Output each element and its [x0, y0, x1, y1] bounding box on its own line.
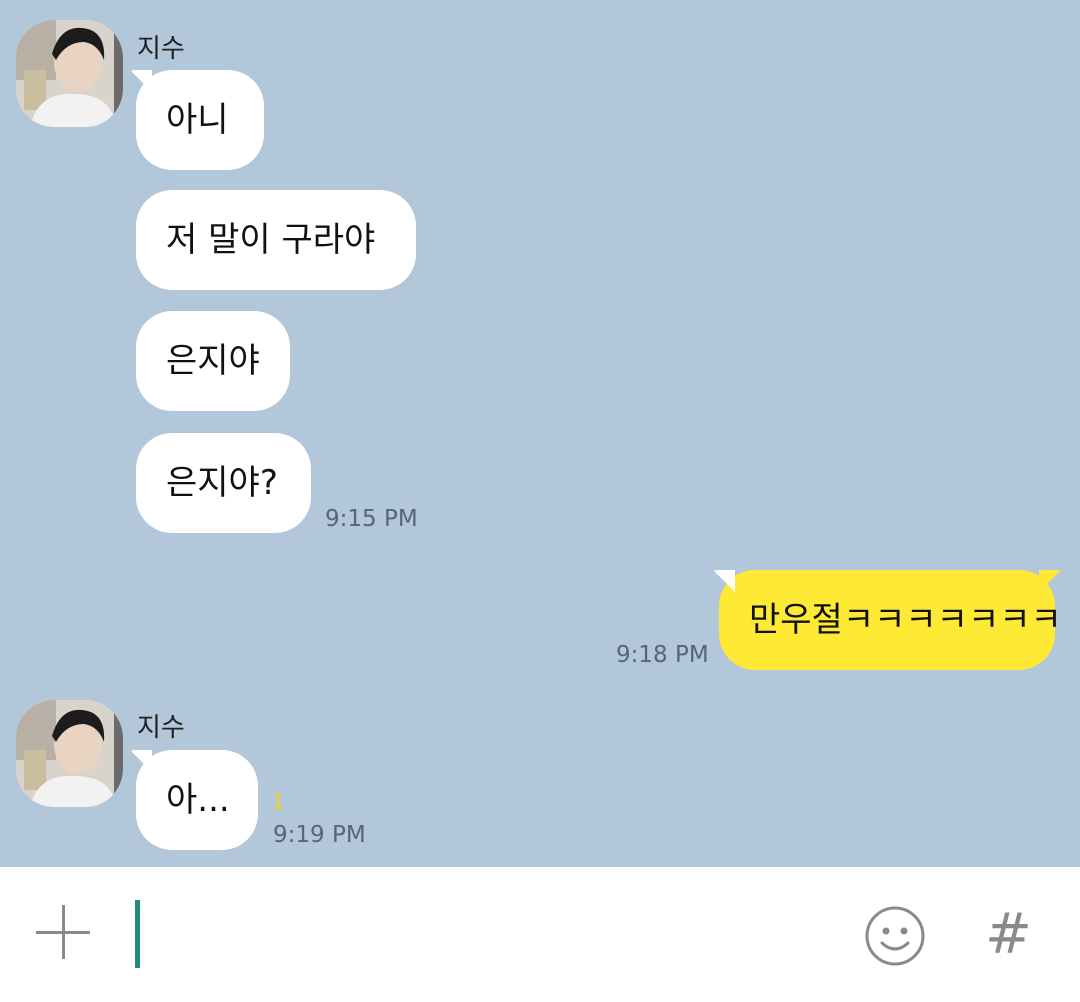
message-input[interactable]: [128, 897, 832, 971]
my-message-bubble[interactable]: 만우절ㅋㅋㅋㅋㅋㅋㅋ: [719, 570, 1062, 670]
emoji-icon[interactable]: [864, 905, 926, 967]
plus-icon[interactable]: [36, 905, 90, 959]
message-bubble[interactable]: 아...: [136, 750, 258, 850]
profile-photo-icon: [16, 700, 123, 807]
sender-name: 지수: [137, 34, 185, 64]
sender-avatar[interactable]: [16, 700, 123, 807]
chat-area[interactable]: 지수 아니 저 말이 구라야 은지야 은지야? 9:15 PM 9:18 PM …: [0, 0, 1080, 867]
text-cursor: [135, 900, 140, 968]
unread-count: 1: [272, 790, 285, 814]
sender-name: 지수: [137, 713, 185, 743]
message-timestamp: 9:15 PM: [325, 506, 418, 532]
message-bubble[interactable]: 아니: [136, 70, 264, 170]
message-timestamp: 9:19 PM: [273, 822, 366, 848]
message-timestamp: 9:18 PM: [616, 642, 709, 668]
sender-avatar[interactable]: [16, 20, 123, 127]
hash-icon[interactable]: #: [985, 903, 1032, 967]
message-bubble[interactable]: 저 말이 구라야: [136, 190, 416, 290]
message-bubble[interactable]: 은지야: [136, 311, 290, 411]
message-input-bar: #: [0, 867, 1080, 1002]
profile-photo-icon: [16, 20, 123, 127]
message-bubble[interactable]: 은지야?: [136, 433, 311, 533]
